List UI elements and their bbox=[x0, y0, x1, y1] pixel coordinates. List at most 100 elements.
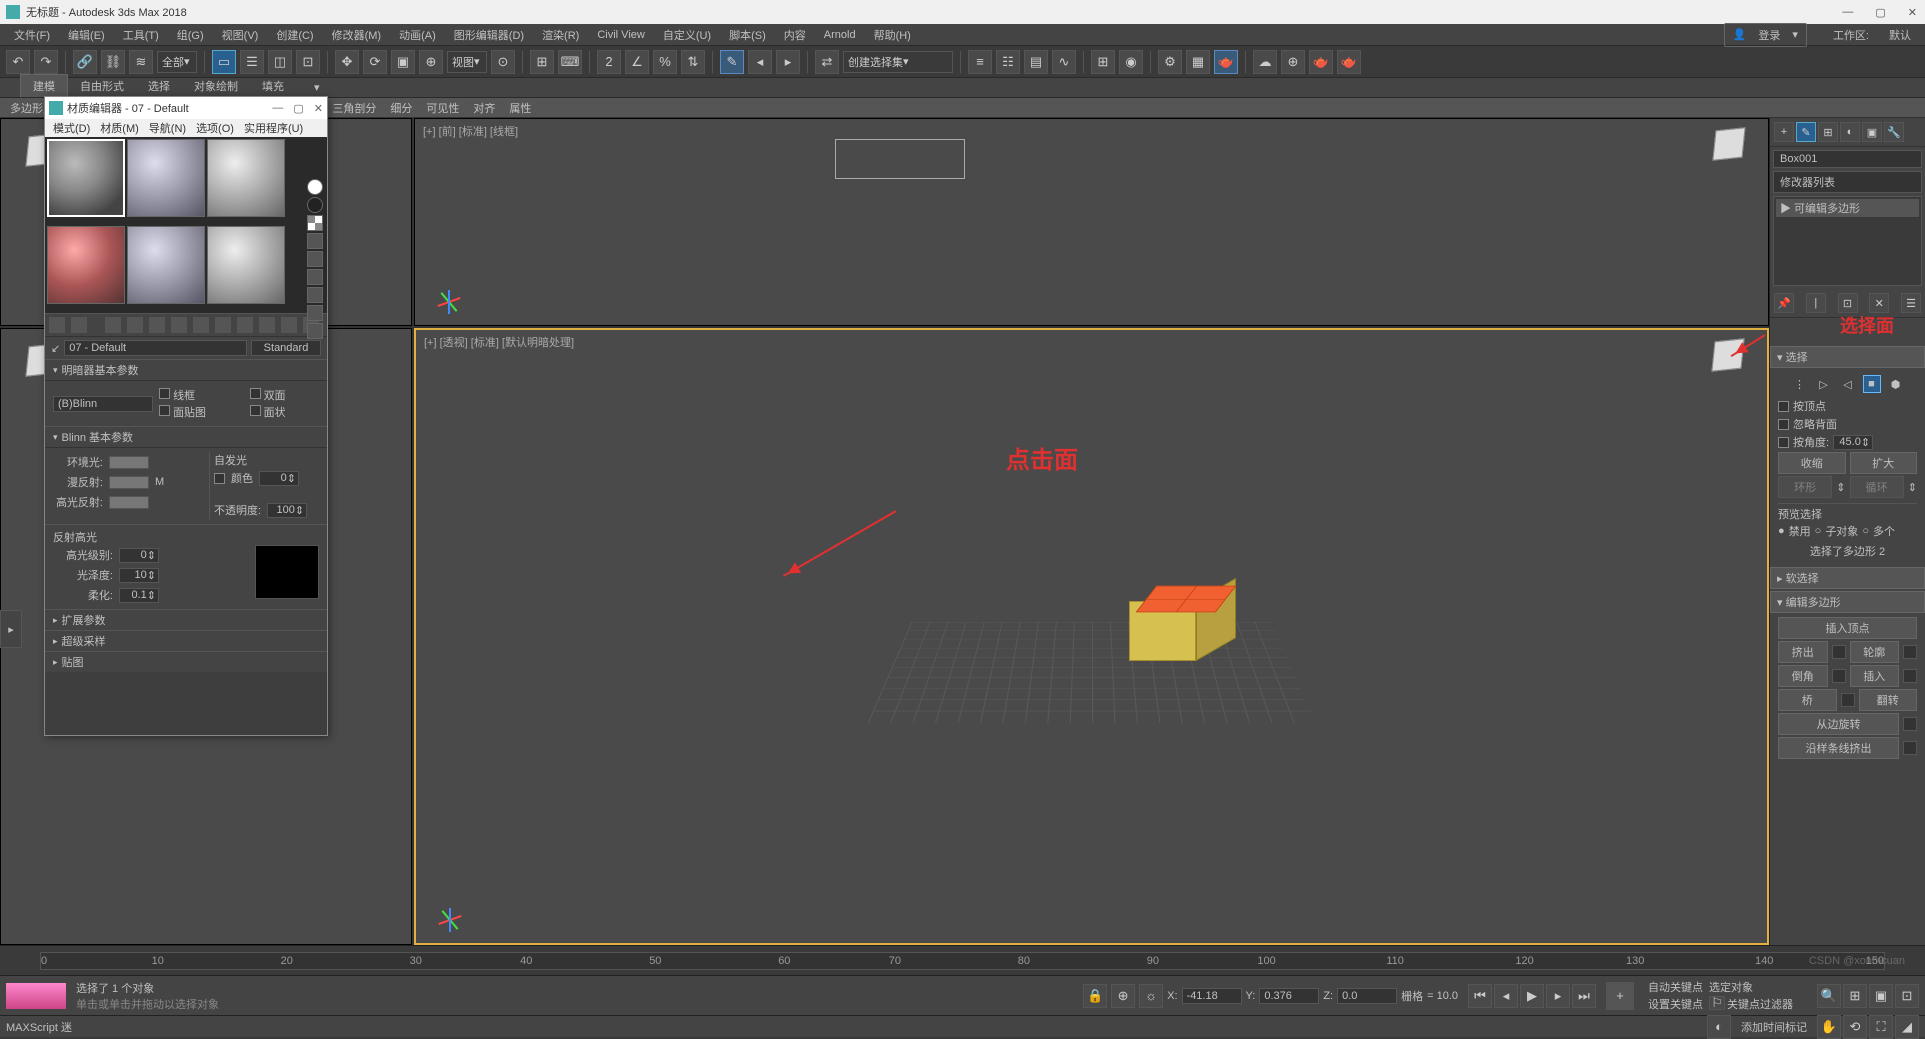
preview-subobj-radio[interactable]: 子对象 bbox=[1825, 523, 1858, 539]
menu-views[interactable]: 视图(V) bbox=[214, 25, 267, 45]
make-preview-icon[interactable] bbox=[307, 269, 323, 285]
close-button[interactable]: ✕ bbox=[1906, 6, 1919, 19]
bridge-settings[interactable] bbox=[1841, 693, 1855, 707]
configure-sets-icon[interactable]: ☰ bbox=[1901, 293, 1921, 313]
set-key-large-button[interactable]: + bbox=[1606, 982, 1634, 1010]
rollout-soft-selection[interactable]: ▸ 软选择 bbox=[1770, 567, 1925, 589]
redo-button[interactable]: ↷ bbox=[34, 50, 58, 74]
extrude-button[interactable]: 挤出 bbox=[1778, 641, 1828, 663]
bind-space-warp-button[interactable]: ≋ bbox=[129, 50, 153, 74]
ref-coord-system[interactable]: 视图 ▾ bbox=[447, 51, 487, 73]
menu-tools[interactable]: 工具(T) bbox=[115, 25, 167, 45]
render-iterative-button[interactable]: 🫖 bbox=[1337, 50, 1361, 74]
bevel-button[interactable]: 倒角 bbox=[1778, 665, 1828, 687]
outline-settings[interactable] bbox=[1903, 645, 1917, 659]
menu-render[interactable]: 渲染(R) bbox=[534, 25, 587, 45]
opacity-spinner[interactable]: 100 ⇕ bbox=[267, 503, 307, 518]
ribbon-tab-object-paint[interactable]: 对象绘制 bbox=[182, 75, 250, 97]
pin-stack-icon[interactable]: 📌 bbox=[1774, 293, 1794, 313]
go-parent-icon[interactable] bbox=[281, 317, 297, 333]
viewport-label-persp[interactable]: [+] [透视] [标准] [默认明暗处理] bbox=[424, 334, 574, 350]
menu-file[interactable]: 文件(F) bbox=[6, 25, 58, 45]
by-angle-spinner[interactable]: 45.0 ⇕ bbox=[1833, 435, 1873, 450]
menu-group[interactable]: 组(G) bbox=[169, 25, 212, 45]
key-filter-drop[interactable]: 选定对象 bbox=[1709, 979, 1789, 995]
minimize-button[interactable]: — bbox=[1840, 6, 1855, 19]
show-map-icon[interactable] bbox=[237, 317, 253, 333]
material-name-field[interactable]: 07 - Default bbox=[64, 340, 247, 356]
open-autodesk-button[interactable]: ⊕ bbox=[1281, 50, 1305, 74]
object-name-field[interactable]: Box001 bbox=[1773, 150, 1922, 168]
preview-multi-radio[interactable]: 多个 bbox=[1873, 523, 1895, 539]
mat-minimize-button[interactable]: — bbox=[272, 102, 283, 115]
material-swatch[interactable] bbox=[6, 983, 66, 1009]
flip-button[interactable]: 翻转 bbox=[1859, 689, 1918, 711]
mat-close-button[interactable]: ✕ bbox=[314, 102, 323, 115]
selection-filter[interactable]: 全部 ▾ bbox=[157, 51, 197, 73]
snap-angle-button[interactable]: ∠ bbox=[625, 50, 649, 74]
time-slider[interactable]: 0102030405060708090100110120130140150 bbox=[0, 945, 1925, 975]
face-map-checkbox[interactable] bbox=[159, 405, 170, 416]
diffuse-color-swatch[interactable] bbox=[109, 476, 149, 489]
create-tab-icon[interactable]: + bbox=[1774, 122, 1794, 142]
material-slot[interactable] bbox=[47, 226, 125, 304]
named-sel-set[interactable]: 创建选择集 ▾ bbox=[843, 51, 953, 73]
adaptive-degradation-icon[interactable]: ☼ bbox=[1139, 984, 1163, 1008]
viewport-label-front[interactable]: [+] [前] [标准] [线框] bbox=[423, 123, 518, 139]
select-manipulate-button[interactable]: ⊞ bbox=[530, 50, 554, 74]
workspace-selector[interactable]: 工作区: 默认 bbox=[1825, 25, 1919, 45]
shrink-button[interactable]: 收缩 bbox=[1778, 452, 1846, 474]
fov-icon[interactable]: ◢ bbox=[1895, 1015, 1919, 1039]
ribbon-panel-tri[interactable]: 三角剖分 bbox=[326, 98, 382, 118]
two-sided-checkbox[interactable] bbox=[250, 388, 261, 399]
material-slot[interactable] bbox=[127, 139, 205, 217]
material-map-nav-icon[interactable] bbox=[307, 323, 323, 339]
pan-icon[interactable]: ✋ bbox=[1817, 1015, 1841, 1039]
show-end-result-icon[interactable]: | bbox=[1806, 293, 1826, 313]
next-frame-button[interactable]: ▸ bbox=[1546, 984, 1570, 1008]
extrude-spline-settings[interactable] bbox=[1903, 741, 1917, 755]
pick-material-icon[interactable]: ↙ bbox=[51, 342, 60, 355]
rollout-edit-polygons[interactable]: ▾ 编辑多边形 bbox=[1770, 591, 1925, 613]
extrude-settings[interactable] bbox=[1832, 645, 1846, 659]
self-illum-spinner[interactable]: 0 ⇕ bbox=[259, 471, 299, 486]
auto-key-button[interactable]: 自动关键点 bbox=[1644, 979, 1707, 995]
login-button[interactable]: 👤 登录 ▾ bbox=[1724, 23, 1807, 47]
isolate-toggle-icon[interactable]: ◐ bbox=[1707, 1015, 1731, 1039]
ribbon-tab-freeform[interactable]: 自由形式 bbox=[68, 75, 136, 97]
key-filters-button[interactable]: 关键点过滤器 bbox=[1727, 996, 1807, 1012]
keyboard-shortcut-button[interactable]: ⌨ bbox=[558, 50, 582, 74]
spinner-snap-button[interactable]: ⇅ bbox=[681, 50, 705, 74]
layer-explorer-button[interactable]: ☷ bbox=[996, 50, 1020, 74]
orbit-icon[interactable]: ⟲ bbox=[1843, 1015, 1867, 1039]
loop-button[interactable]: 循环 bbox=[1850, 476, 1904, 498]
video-color-check-icon[interactable] bbox=[307, 251, 323, 267]
set-key-button[interactable]: 设置关键点 bbox=[1644, 996, 1707, 1012]
modifier-stack[interactable]: ▶ 可编辑多边形 bbox=[1773, 196, 1922, 286]
render-setup-button[interactable]: ⚙ bbox=[1158, 50, 1182, 74]
link-button[interactable]: 🔗 bbox=[73, 50, 97, 74]
select-by-name-button[interactable]: ☰ bbox=[240, 50, 264, 74]
make-unique-mat-icon[interactable] bbox=[171, 317, 187, 333]
rollout-extended-params[interactable]: 扩展参数 bbox=[45, 610, 327, 630]
modifier-list-dropdown[interactable]: 修改器列表 bbox=[1773, 171, 1922, 193]
mat-menu-modes[interactable]: 模式(D) bbox=[49, 119, 94, 137]
ribbon-panel-subdiv[interactable]: 细分 bbox=[384, 98, 418, 118]
rectangular-region-button[interactable]: ◫ bbox=[268, 50, 292, 74]
soften-spinner[interactable]: 0.1 ⇕ bbox=[119, 588, 159, 603]
backlight-icon[interactable] bbox=[307, 197, 323, 213]
preview-off-radio[interactable]: 禁用 bbox=[1789, 523, 1811, 539]
sample-uv-icon[interactable] bbox=[307, 233, 323, 249]
unlink-button[interactable]: ⛓ bbox=[101, 50, 125, 74]
menu-arnold[interactable]: Arnold bbox=[816, 27, 864, 43]
mat-menu-navigation[interactable]: 导航(N) bbox=[145, 119, 190, 137]
material-editor-titlebar[interactable]: 材质编辑器 - 07 - Default —▢✕ bbox=[45, 97, 327, 119]
y-coord-field[interactable]: 0.376 bbox=[1259, 988, 1319, 1004]
ambient-color-swatch[interactable] bbox=[109, 456, 149, 469]
sample-type-icon[interactable] bbox=[307, 179, 323, 195]
menu-animation[interactable]: 动画(A) bbox=[391, 25, 444, 45]
specular-color-swatch[interactable] bbox=[109, 496, 149, 509]
self-illum-color-checkbox[interactable] bbox=[214, 473, 225, 484]
background-icon[interactable] bbox=[307, 215, 323, 231]
material-slot[interactable] bbox=[207, 226, 285, 304]
